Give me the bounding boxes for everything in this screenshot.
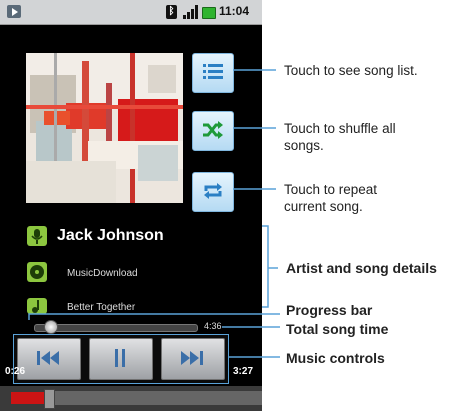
callout-repeat: Touch to repeat current song. xyxy=(284,182,378,214)
callout-details: Artist and song details xyxy=(286,260,437,276)
callout-controls: Music controls xyxy=(286,350,385,366)
callout-song-list: Touch to see song list. xyxy=(284,63,418,78)
callout-shuffle: Touch to shuffle all songs. xyxy=(284,121,396,153)
callout-total-time: Total song time xyxy=(286,321,389,337)
callout-progress: Progress bar xyxy=(286,302,373,318)
